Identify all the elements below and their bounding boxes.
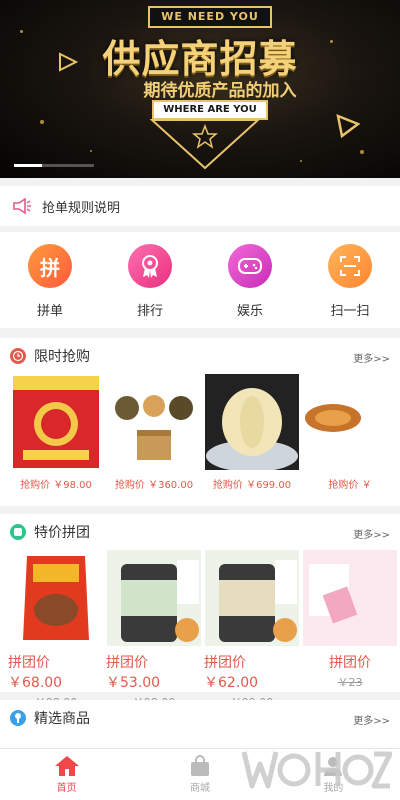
banner-pager-active [14, 164, 42, 167]
product-image [107, 550, 201, 646]
product-price: 抢购价 ￥98.00 [20, 480, 92, 491]
product-card[interactable]: 拼团价 ￥23 [302, 550, 398, 710]
flash-sale-section: 限时抢购 更多>> 抢购价 ￥98.00 抢购价 ￥360.00 抢购价 ￥69… [0, 338, 400, 506]
section-title: 精选商品 [34, 711, 90, 727]
quick-item-group-buy[interactable]: 拼 拼单 [15, 244, 85, 319]
flash-sale-header: 限时抢购 更多>> [0, 338, 400, 374]
scan-icon [328, 244, 372, 288]
group-icon [10, 524, 26, 540]
pin-icon [10, 710, 26, 726]
product-price: 抢购价 ￥ [328, 480, 372, 491]
group-deals-section: 特价拼团 更多>> 拼团价 ￥68.00 ￥98.00 [0, 514, 400, 709]
featured-header: 精选商品 更多>> [0, 700, 400, 736]
product-card[interactable]: 抢购价 ￥699.00 [204, 374, 300, 491]
quick-item-label: 娱乐 [236, 304, 263, 319]
group-deals-list: 拼团价 ￥68.00 ￥98.00 拼团价 ￥53.00 ￥98.00 [0, 550, 400, 710]
product-card[interactable]: 拼团价 ￥62.00 ￥99.00 [204, 550, 300, 710]
gamepad-icon [228, 244, 272, 288]
featured-section: 精选商品 更多>> [0, 700, 400, 748]
notice-text: 抢单规则说明 [42, 200, 121, 216]
flash-sale-list: 抢购价 ￥98.00 抢购价 ￥360.00 抢购价 ￥699.00 抢购价 ￥ [0, 374, 400, 491]
speaker-icon [13, 198, 31, 214]
quick-item-label: 拼单 [36, 304, 63, 319]
banner-title: 供应商招募 [102, 37, 298, 81]
product-image [107, 374, 201, 470]
product-image [9, 550, 103, 646]
more-link[interactable]: 更多>> [353, 712, 390, 727]
product-card[interactable]: 拼团价 ￥68.00 ￥98.00 [8, 550, 104, 710]
product-image [205, 550, 299, 646]
product-image [9, 374, 103, 470]
product-price: 抢购价 ￥360.00 [114, 480, 194, 491]
product-price: 拼团价 ￥68.00 [8, 655, 63, 691]
tab-home[interactable]: 首页 [0, 749, 133, 800]
quick-item-label: 扫一扫 [330, 304, 370, 319]
quick-item-scan[interactable]: 扫一扫 [315, 244, 385, 319]
quick-item-label: 排行 [136, 304, 163, 319]
home-icon [54, 756, 79, 776]
product-price: 拼团价 ￥53.00 [106, 655, 161, 691]
sparkle [20, 30, 23, 33]
product-price: 拼团价 ￥62.00 [204, 655, 259, 691]
promo-banner[interactable]: WE NEED YOU 供应商招募 期待优质产品的加入 WHERE ARE YO… [0, 0, 400, 178]
product-price: 抢购价 ￥699.00 [212, 480, 292, 491]
product-card[interactable]: 抢购价 ￥360.00 [106, 374, 202, 491]
product-card[interactable]: 抢购价 ￥98.00 [8, 374, 104, 491]
group-buy-glyph: 拼 [40, 255, 60, 280]
more-link[interactable]: 更多>> [353, 350, 390, 365]
sparkle [360, 150, 364, 154]
sparkle [300, 160, 302, 162]
tab-label: 首页 [56, 783, 77, 794]
shopping-bag-icon [190, 755, 209, 776]
product-image [303, 550, 397, 646]
sparkle [40, 120, 44, 124]
product-image [205, 374, 299, 470]
watermark-logo [241, 751, 392, 789]
product-card[interactable]: 拼团价 ￥53.00 ￥98.00 [106, 550, 202, 710]
quick-menu: 拼 拼单 排行 娱乐 扫一扫 [0, 232, 400, 328]
section-title: 特价拼团 [34, 525, 90, 541]
sparkle [90, 150, 92, 152]
diamond-star-icon [150, 119, 260, 170]
quick-item-entertainment[interactable]: 娱乐 [215, 244, 285, 319]
group-buy-icon: 拼 [28, 244, 72, 288]
group-deals-header: 特价拼团 更多>> [0, 514, 400, 550]
banner-tag-top: WE NEED YOU [148, 6, 272, 28]
rules-notice[interactable]: 抢单规则说明 [0, 186, 400, 226]
more-link[interactable]: 更多>> [353, 526, 390, 541]
product-price: 拼团价 [329, 655, 371, 671]
ranking-medal-icon [128, 244, 172, 288]
product-card[interactable]: 抢购价 ￥ [302, 374, 398, 491]
quick-item-ranking[interactable]: 排行 [115, 244, 185, 319]
banner-pager [14, 164, 94, 167]
banner-tag-bottom: WHERE ARE YOU [152, 100, 268, 120]
clock-icon [10, 348, 26, 364]
section-title: 限时抢购 [34, 349, 90, 365]
triangle-decoration-icon [336, 113, 360, 138]
app-root: WE NEED YOU 供应商招募 期待优质产品的加入 WHERE ARE YO… [0, 0, 400, 800]
original-price: ￥23 [337, 676, 363, 689]
banner-subtitle: 期待优质产品的加入 [143, 81, 297, 101]
tab-label: 商城 [189, 783, 210, 794]
product-image [303, 374, 397, 470]
